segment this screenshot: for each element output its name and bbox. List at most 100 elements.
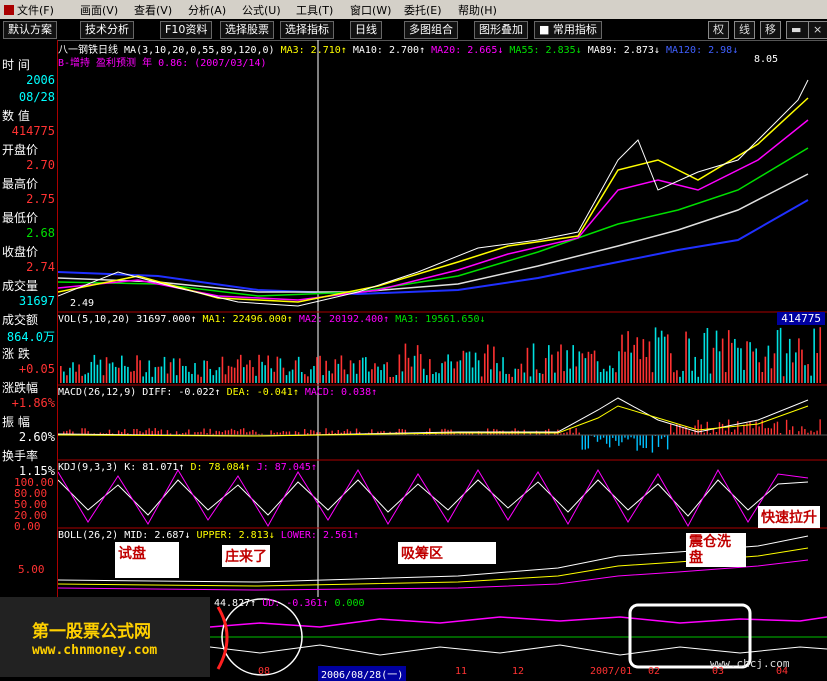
menu-trade[interactable]: 委托(E) [404,2,442,18]
line-button[interactable]: 线 [734,21,755,39]
volume-bar [606,371,608,383]
move-button[interactable]: 移 [760,21,781,39]
macd-bar [661,435,662,439]
macd-bar [758,426,759,435]
volume-bar [789,339,791,383]
macd-bar [789,430,790,435]
macd-bar [600,435,601,440]
turnover-label: 换手率 [2,447,55,464]
macd-bar [176,431,177,435]
volume-bar [469,352,471,383]
kdj-j-line [58,470,808,526]
menu-view[interactable]: 画面(V) [80,2,118,18]
ud-readout: UD: -0.361↑ [262,598,328,609]
volume-bar [786,353,788,383]
macd-bar [801,426,802,435]
volume-bar [655,327,657,383]
macd-bar [615,435,616,441]
volume-bar [505,374,507,383]
month-tick: 08 [258,666,270,677]
volume-bar [213,375,215,383]
volume-bar [170,362,172,383]
volume-bar [158,367,160,383]
volume-bar [676,370,678,383]
volume-bar [420,354,422,383]
ma20-line [58,120,808,300]
default-scheme-button[interactable]: 默认方案 [3,21,57,39]
volume-bar [804,365,806,383]
volume-bar [798,338,800,383]
macd-bar [133,429,134,435]
app-icon [4,5,14,15]
chart-area[interactable]: 八一钢铁日线 MA(3,10,20,0,55,89,120,0) MA3: 2.… [58,40,827,597]
select-indicator-button[interactable]: 选择指标 [280,21,334,39]
volume-bar [203,360,205,383]
menu-formula[interactable]: 公式(U) [242,2,281,18]
macd-bar [429,428,430,435]
volume-bar [731,343,733,383]
technical-analysis-button[interactable]: 技术分析 [80,21,134,39]
f10-info-button[interactable]: F10资料 [160,21,212,39]
pct-label: 涨跌幅 [2,379,55,396]
volume-bar [752,352,754,383]
volume-bar [682,371,684,383]
volume-bar [807,364,809,383]
volume-bar [319,356,321,383]
close-icon[interactable]: × [808,21,827,39]
minimize-icon[interactable]: ▬ [786,21,810,39]
volume-bar [356,374,358,383]
volume-bar [466,353,468,383]
macd-bar [161,429,162,435]
volume-bar [328,371,330,383]
toolbar: 默认方案 技术分析 F10资料 选择股票 选择指标 日线 多图组合 图形叠加 ■… [0,19,827,41]
volume-bar [350,360,352,383]
volume-bar [124,366,126,383]
change-value: +0.05 [2,362,55,376]
macd-bar [231,429,232,435]
volume-bar [228,366,230,383]
macd-bar [725,431,726,435]
select-stock-button[interactable]: 选择股票 [220,21,274,39]
volume-bar [274,372,276,383]
volume-bar [423,369,425,383]
volume-bar [572,345,574,383]
macd-bar [618,435,619,446]
volume-bar [60,366,62,383]
volume-bar [167,374,169,383]
volume-bar [795,352,797,383]
menu-analysis[interactable]: 分析(A) [188,2,226,18]
menu-help[interactable]: 帮助(H) [458,2,497,18]
volume-bar [69,368,71,383]
menu-tools[interactable]: 工具(T) [296,2,333,18]
common-indicator-button[interactable]: ■ 常用指标 [534,21,602,39]
volume-bar [588,352,590,383]
volume-bar [819,327,821,383]
bottom-header: 44.827↑ UD: -0.361↑ 0.000 [214,598,365,609]
multi-chart-button[interactable]: 多图组合 [404,21,458,39]
overlay-button[interactable]: 图形叠加 [474,21,528,39]
rights-button[interactable]: 权 [708,21,729,39]
volume-bar [81,376,83,383]
volume-bar [243,367,245,383]
menu-window[interactable]: 窗口(W) [350,2,391,18]
volume-bar [633,345,635,383]
macd-header: MACD(26,12,9) DIFF: -0.022↑ DEA: -0.041↑… [58,387,377,398]
brand-logo: 第一股票公式网 www.chnmoney.com [0,597,210,677]
menu-file[interactable]: 文件(F) [4,2,54,18]
volume-bar [216,370,218,383]
macd-bar [755,422,756,435]
volume-bar [194,363,196,383]
volume-bar [142,376,144,383]
macd-bar [325,428,326,435]
volume-bar [258,355,260,383]
volume-bar [600,372,602,383]
volume-bar [664,337,666,383]
month-tick: 12 [512,666,524,677]
month-tick: 02 [648,666,660,677]
macd-bar [749,421,750,435]
volume-bar [780,328,782,383]
volume-bar [380,370,382,383]
daily-line-button[interactable]: 日线 [350,21,382,39]
menu-look[interactable]: 查看(V) [134,2,172,18]
volume-bar [63,372,65,383]
